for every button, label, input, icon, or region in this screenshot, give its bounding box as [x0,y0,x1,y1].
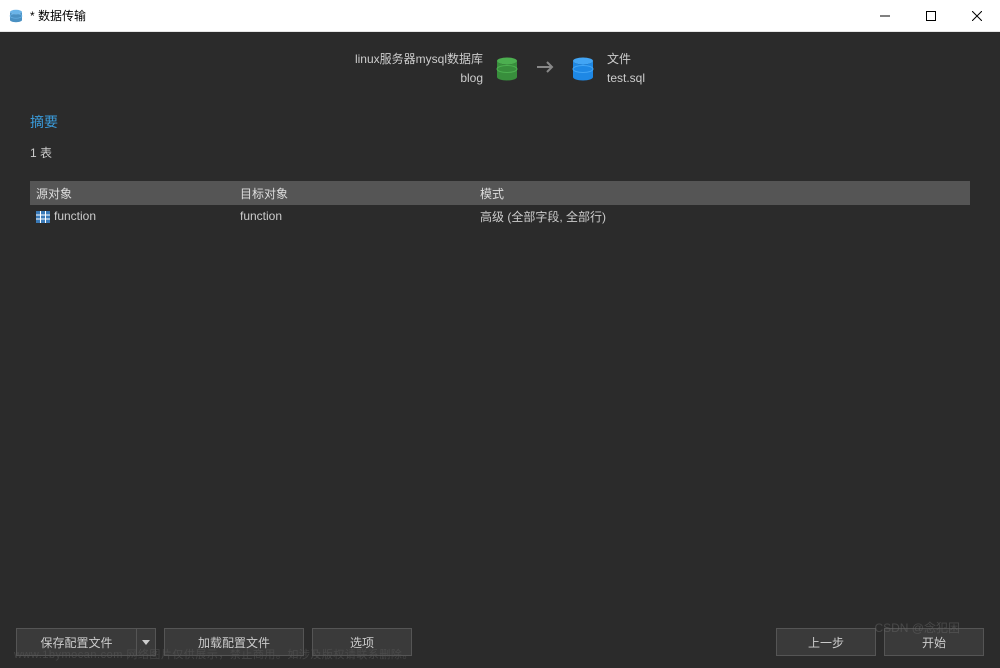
window: * 数据传输 linux服务器mysql数据库 blog [0,0,1000,668]
source-info: linux服务器mysql数据库 blog [355,50,521,88]
database-source-icon [493,55,521,83]
source-label: linux服务器mysql数据库 [355,50,483,69]
summary-title: 摘要 [30,112,970,132]
options-button[interactable]: 选项 [312,628,412,656]
titlebar: * 数据传输 [0,0,1000,32]
save-profile-button[interactable]: 保存配置文件 [16,628,136,656]
header-target[interactable]: 目标对象 [240,185,480,202]
footer: 保存配置文件 加载配置文件 选项 上一步 开始 [0,618,1000,668]
database-dest-icon [569,55,597,83]
row-mode: 高级 (全部字段, 全部行) [480,208,940,225]
row-source: function [54,209,96,223]
start-button[interactable]: 开始 [884,628,984,656]
table-icon [36,211,50,223]
dest-label: 文件 [607,50,645,69]
back-button[interactable]: 上一步 [776,628,876,656]
table-row[interactable]: function function 高级 (全部字段, 全部行) [30,205,970,227]
save-profile-split: 保存配置文件 [16,628,156,656]
save-profile-dropdown[interactable] [136,628,156,656]
load-profile-button[interactable]: 加载配置文件 [164,628,304,656]
table-header: 源对象 目标对象 模式 [30,181,970,205]
arrow-right-icon [535,59,555,80]
table-container: 源对象 目标对象 模式 function [0,181,1000,618]
minimize-button[interactable] [862,0,908,32]
summary-count: 1 表 [30,144,970,161]
summary-section: 摘要 1 表 [0,102,1000,181]
row-target: function [240,209,480,223]
maximize-button[interactable] [908,0,954,32]
dest-info: 文件 test.sql [569,50,645,88]
main-panel: linux服务器mysql数据库 blog [0,32,1000,668]
source-db: blog [355,69,483,88]
dest-file: test.sql [607,69,645,88]
window-controls [862,0,1000,32]
window-title: * 数据传输 [30,7,862,24]
header-source[interactable]: 源对象 [30,185,240,202]
transfer-header: linux服务器mysql数据库 blog [0,32,1000,102]
header-mode[interactable]: 模式 [480,185,940,202]
close-button[interactable] [954,0,1000,32]
app-icon [8,8,24,24]
